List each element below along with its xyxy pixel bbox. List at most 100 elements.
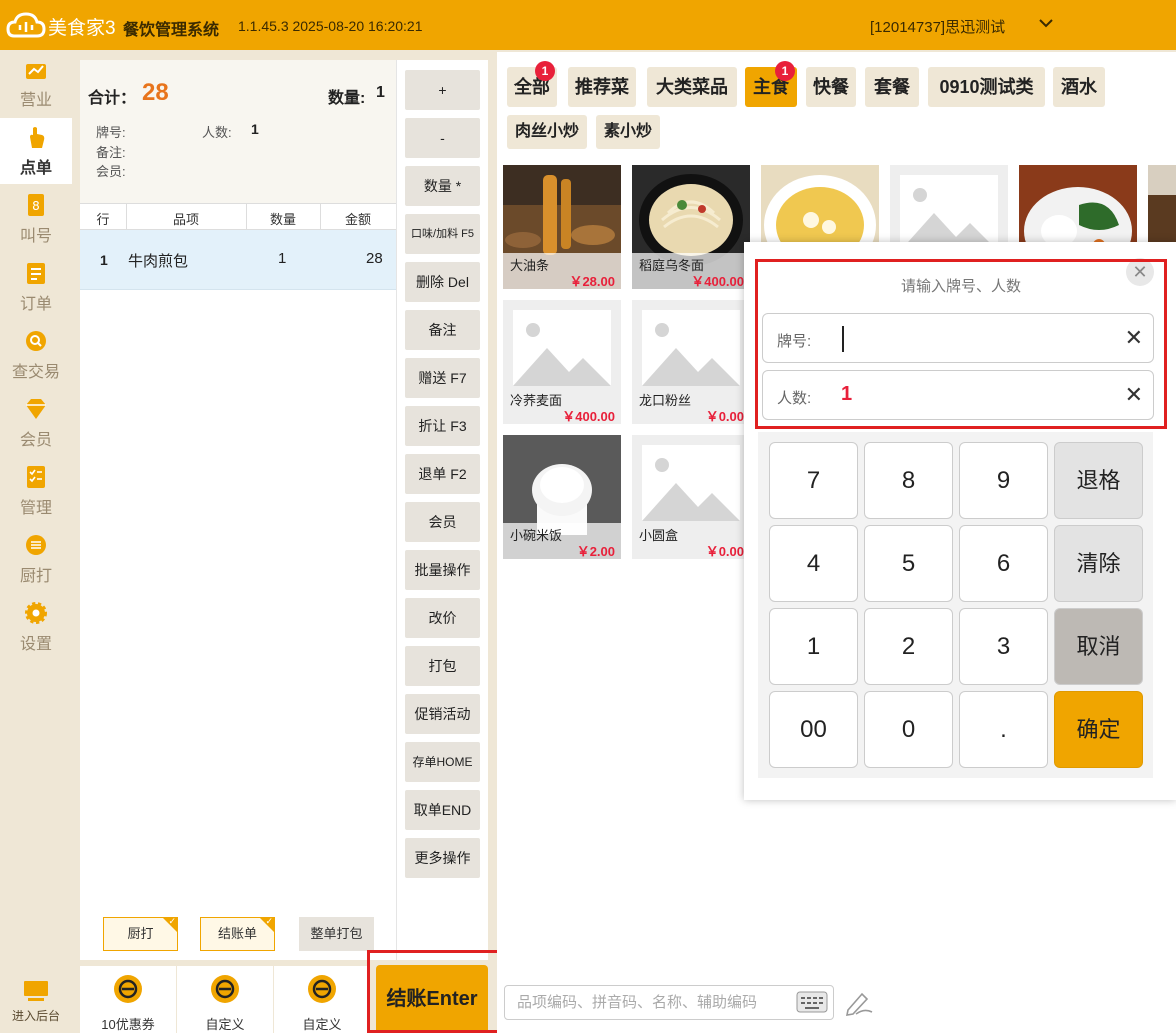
nav-item-transaction[interactable]: 查交易 [0, 322, 72, 388]
enter-backend-button[interactable]: 进入后台 [0, 975, 72, 1033]
order-panel: 合计： 28 数量: 1 牌号: 人数: 1 备注: 会员: 行 品项 数量 金… [80, 60, 396, 960]
whole-pack-button[interactable]: 整单打包 [299, 917, 374, 951]
category-all[interactable]: 全部 1 [507, 61, 557, 107]
kitchen-print-toggle[interactable]: 厨打 ✓ [103, 916, 178, 951]
table-row[interactable]: 1 牛肉煎包 1 28 [80, 230, 396, 290]
nav-item-order[interactable]: 点单 [0, 118, 72, 184]
decrease-button[interactable]: - [405, 118, 480, 158]
key-3[interactable]: 3 [959, 608, 1048, 685]
category-major[interactable]: 大类菜品 [647, 67, 737, 107]
dish-card[interactable]: 稻庭乌冬面 ￥400.00 [632, 165, 750, 289]
nav-label: 管理 [19, 500, 52, 517]
member-label: 会员: [96, 164, 126, 179]
retrieve-order-button[interactable]: 取单END [405, 790, 480, 830]
gift-button[interactable]: 赠送 F7 [405, 358, 480, 398]
kitchen-print-label: 厨打 [127, 926, 154, 941]
nav-item-member[interactable]: 会员 [0, 390, 72, 456]
category-staple[interactable]: 主食 1 [745, 61, 797, 107]
category-pork-stirfry[interactable]: 肉丝小炒 [507, 115, 587, 149]
key-00[interactable]: 00 [769, 691, 858, 768]
confirm-button[interactable]: 确定 [1054, 691, 1143, 768]
remark-button[interactable]: 备注 [405, 310, 480, 350]
search-transaction-icon [26, 331, 46, 351]
highlight-frame [367, 950, 502, 1033]
batch-button[interactable]: 批量操作 [405, 550, 480, 590]
version-text: 1.1.45.3 2025-08-20 16:20:21 [238, 18, 423, 34]
nav-label: 订单 [19, 296, 52, 313]
order-summary: 合计： 28 数量: 1 牌号: 人数: 1 备注: 会员: [80, 60, 396, 203]
save-order-button[interactable]: 存单HOME [405, 742, 480, 782]
key-dot[interactable]: . [959, 691, 1048, 768]
nav-item-manage[interactable]: 管理 [0, 458, 72, 524]
quantity-button[interactable]: 数量 * [405, 166, 480, 206]
key-5[interactable]: 5 [864, 525, 953, 602]
category-fastfood[interactable]: 快餐 [806, 67, 856, 107]
key-7[interactable]: 7 [769, 442, 858, 519]
category-test[interactable]: 0910测试类 [928, 67, 1045, 107]
custom-tile[interactable]: 自定义 [274, 966, 370, 1033]
custom-tile[interactable]: 自定义 [177, 966, 273, 1033]
backend-label: 进入后台 [11, 1009, 60, 1023]
category-badge: 1 [535, 61, 555, 81]
key-4[interactable]: 4 [769, 525, 858, 602]
row-qty: 1 [278, 250, 287, 267]
discount-button[interactable]: 折让 F3 [405, 406, 480, 446]
quantity-label: 数量: [328, 90, 366, 107]
refund-button[interactable]: 退单 F2 [405, 454, 480, 494]
more-actions-button[interactable]: 更多操作 [405, 838, 480, 878]
promotion-button[interactable]: 促销活动 [405, 694, 480, 734]
dish-card[interactable]: 冷荞麦面 ￥400.00 [503, 300, 621, 424]
increase-button[interactable]: + [405, 70, 480, 110]
search-input[interactable] [504, 985, 834, 1020]
category-veg-stirfry[interactable]: 素小炒 [596, 115, 660, 149]
quantity-value: 1 [376, 84, 385, 101]
check-icon: ✓ [265, 916, 273, 926]
coupon-icon [211, 975, 239, 1003]
dish-price: ￥0.00 [705, 544, 744, 559]
order-hand-icon [30, 127, 45, 148]
nav-label: 点单 [19, 160, 52, 177]
col-item: 品项 [172, 212, 199, 227]
key-1[interactable]: 1 [769, 608, 858, 685]
top-bar: 美食家3 餐饮管理系统 1.1.45.3 2025-08-20 16:20:21… [0, 0, 1176, 50]
col-amount: 金额 [344, 212, 371, 227]
nav-item-orders[interactable]: 订单 [0, 254, 72, 320]
change-price-button[interactable]: 改价 [405, 598, 480, 638]
dish-card[interactable]: 龙口粉丝 ￥0.00 [632, 300, 750, 424]
category-drinks[interactable]: 酒水 [1053, 67, 1105, 107]
delete-button[interactable]: 删除 Del [405, 262, 480, 302]
chevron-down-icon[interactable] [1037, 14, 1055, 32]
handwriting-icon[interactable] [842, 988, 876, 1016]
coupon-tile[interactable]: 10优惠券 [80, 966, 176, 1033]
dish-price: ￥0.00 [705, 409, 744, 424]
dish-card[interactable]: 小圆盒 ￥0.00 [632, 435, 750, 559]
category-recommended[interactable]: 推荐菜 [568, 67, 636, 107]
pack-button[interactable]: 打包 [405, 646, 480, 686]
flavor-button[interactable]: 口味/加料 F5 [405, 214, 480, 254]
row-item: 牛肉煎包 [128, 253, 189, 270]
dish-card[interactable]: 大油条 ￥28.00 [503, 165, 621, 289]
nav-item-call[interactable]: 8 叫号 [0, 186, 72, 252]
nav-label: 设置 [19, 636, 52, 653]
category-set-meal[interactable]: 套餐 [865, 67, 919, 107]
member-button[interactable]: 会员 [405, 502, 480, 542]
nav-item-settings[interactable]: 设置 [0, 594, 72, 660]
key-8[interactable]: 8 [864, 442, 953, 519]
user-info[interactable]: [12014737]思迅测试 [870, 16, 1005, 37]
nav-item-business[interactable]: 营业 [0, 50, 72, 116]
key-0[interactable]: 0 [864, 691, 953, 768]
key-9[interactable]: 9 [959, 442, 1048, 519]
dish-name: 小碗米饭 [510, 528, 563, 543]
action-column: + - 数量 * 口味/加料 F5 删除 Del 备注 赠送 F7 折让 F3 … [396, 60, 488, 960]
clear-button[interactable]: 清除 [1054, 525, 1143, 602]
bill-toggle[interactable]: 结账单 ✓ [200, 916, 275, 951]
nav-item-kitchen[interactable]: 厨打 [0, 526, 72, 592]
member-diamond-icon [26, 399, 46, 419]
backspace-button[interactable]: 退格 [1054, 442, 1143, 519]
dish-card[interactable]: 小碗米饭 ￥2.00 [503, 435, 621, 559]
cancel-button[interactable]: 取消 [1054, 608, 1143, 685]
cloud-logo-icon [6, 12, 46, 38]
key-6[interactable]: 6 [959, 525, 1048, 602]
key-2[interactable]: 2 [864, 608, 953, 685]
keyboard-icon[interactable] [796, 990, 828, 1014]
